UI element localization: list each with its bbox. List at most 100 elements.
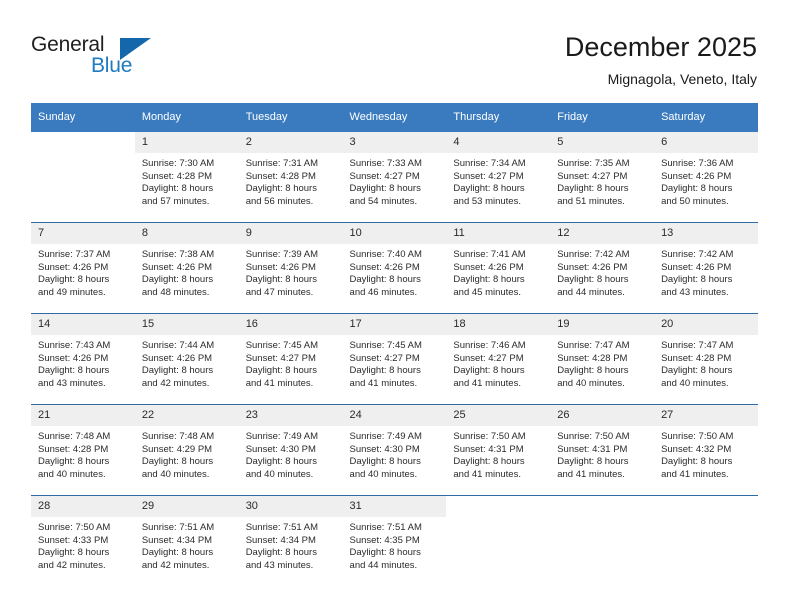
calendar-week-row: 28 Sunrise: 7:50 AM Sunset: 4:33 PM Dayligh… [31,495,758,586]
calendar-day-cell[interactable]: 12 Sunrise: 7:42 AM Sunset: 4:26 PM Dayligh… [550,222,655,314]
daylight-text-line2: and 50 minutes. [661,195,729,207]
day-details: Sunrise: 7:30 AM Sunset: 4:28 PM Daylight:… [135,153,239,208]
calendar-day-cell[interactable]: 7 Sunrise: 7:37 AM Sunset: 4:26 PM Daylight… [31,222,135,314]
day-number: 8 [134,223,239,244]
calendar-day-cell[interactable]: 27 Sunrise: 7:50 AM Sunset: 4:32 PM Dayligh… [654,404,758,496]
day-number: 22 [134,405,239,426]
calendar-day-cell[interactable]: 6 Sunrise: 7:36 AM Sunset: 4:26 PM Daylight… [654,132,758,223]
calendar-day-cell[interactable]: 11 Sunrise: 7:41 AM Sunset: 4:26 PM Dayligh… [446,222,551,314]
calendar-day-cell[interactable]: 20 Sunrise: 7:47 AM Sunset: 4:28 PM Dayligh… [654,313,758,405]
calendar-empty-cell [654,495,758,586]
calendar-day-cell[interactable]: 1 Sunrise: 7:30 AM Sunset: 4:28 PM Daylight… [134,132,239,223]
calendar-day-cell[interactable]: 15 Sunrise: 7:44 AM Sunset: 4:26 PM Dayligh… [134,313,239,405]
sunset-text: Sunset: 4:26 PM [141,352,213,364]
day-number [654,496,758,517]
calendar-day-cell[interactable]: 13 Sunrise: 7:42 AM Sunset: 4:26 PM Dayligh… [654,222,758,314]
calendar-day-cell[interactable]: 23 Sunrise: 7:49 AM Sunset: 4:30 PM Dayligh… [238,404,343,496]
daylight-text-line1: Daylight: 8 hours [245,456,317,468]
daylight-text-line1: Daylight: 8 hours [557,365,629,377]
calendar-body: 1 Sunrise: 7:30 AM Sunset: 4:28 PM Daylight… [31,132,758,586]
calendar-day-cell[interactable]: 31 Sunrise: 7:51 AM Sunset: 4:35 PM Dayligh… [342,495,447,586]
title-block: December 2025 Mignagola, Veneto, Italy [565,30,757,89]
day-number [31,132,135,153]
day-details: Sunrise: 7:48 AM Sunset: 4:28 PM Daylight:… [31,426,135,481]
weekday-header-sunday: Sunday [31,103,135,132]
daylight-text-line1: Daylight: 8 hours [349,274,421,286]
calendar-day-cell[interactable]: 9 Sunrise: 7:39 AM Sunset: 4:26 PM Daylight… [238,222,343,314]
sunrise-text: Sunrise: 7:51 AM [349,522,422,533]
calendar-day-cell[interactable]: 17 Sunrise: 7:45 AM Sunset: 4:27 PM Dayligh… [342,313,447,405]
calendar-day-cell[interactable]: 29 Sunrise: 7:51 AM Sunset: 4:34 PM Dayligh… [134,495,239,586]
sunset-text: Sunset: 4:34 PM [141,534,213,546]
sunset-text: Sunset: 4:26 PM [661,261,732,273]
sunrise-text: Sunrise: 7:41 AM [453,249,526,260]
calendar-day-cell[interactable]: 26 Sunrise: 7:50 AM Sunset: 4:31 PM Dayligh… [550,404,655,496]
daylight-text-line2: and 46 minutes. [349,286,418,298]
calendar-day-cell[interactable]: 4 Sunrise: 7:34 AM Sunset: 4:27 PM Daylight… [446,132,551,223]
sunrise-text: Sunrise: 7:42 AM [557,249,630,260]
sunset-text: Sunset: 4:28 PM [141,170,213,182]
sunrise-text: Sunrise: 7:44 AM [141,340,215,351]
daylight-text-line2: and 51 minutes. [557,195,625,207]
sunset-text: Sunset: 4:28 PM [661,352,732,364]
calendar-day-cell[interactable]: 3 Sunrise: 7:33 AM Sunset: 4:27 PM Daylight… [342,132,447,223]
day-number: 24 [342,405,447,426]
sunrise-text: Sunrise: 7:49 AM [245,431,319,442]
daylight-text-line1: Daylight: 8 hours [453,365,525,377]
calendar-day-cell[interactable]: 16 Sunrise: 7:45 AM Sunset: 4:27 PM Dayligh… [238,313,343,405]
sunrise-text: Sunrise: 7:49 AM [349,431,422,442]
day-number: 30 [238,496,343,517]
day-details: Sunrise: 7:42 AM Sunset: 4:26 PM Daylight:… [550,244,654,299]
daylight-text-line1: Daylight: 8 hours [141,274,214,286]
daylight-text-line1: Daylight: 8 hours [661,456,733,468]
day-number: 1 [134,132,239,153]
day-details: Sunrise: 7:45 AM Sunset: 4:27 PM Daylight:… [343,335,447,390]
calendar-day-cell[interactable]: 30 Sunrise: 7:51 AM Sunset: 4:34 PM Dayligh… [238,495,343,586]
daylight-text-line2: and 53 minutes. [453,195,521,207]
logo-text-blue: Blue [91,54,133,77]
day-number: 27 [654,405,758,426]
general-blue-logo[interactable]: General Blue [31,33,151,83]
daylight-text-line1: Daylight: 8 hours [38,547,110,559]
calendar-day-cell[interactable]: 8 Sunrise: 7:38 AM Sunset: 4:26 PM Daylight… [134,222,239,314]
calendar-page: General Blue December 2025 Mignagola, Ve… [0,0,792,612]
calendar-day-cell[interactable]: 24 Sunrise: 7:49 AM Sunset: 4:30 PM Dayligh… [342,404,447,496]
day-details: Sunrise: 7:48 AM Sunset: 4:29 PM Daylight:… [135,426,239,481]
daylight-text-line1: Daylight: 8 hours [349,365,421,377]
sunset-text: Sunset: 4:27 PM [557,170,628,182]
daylight-text-line1: Daylight: 8 hours [245,183,317,195]
calendar-week-row: 7 Sunrise: 7:37 AM Sunset: 4:26 PM Daylight… [31,222,758,314]
daylight-text-line1: Daylight: 8 hours [453,456,525,468]
sunrise-text: Sunrise: 7:48 AM [38,431,111,442]
day-number: 2 [238,132,343,153]
calendar-empty-cell [31,132,135,223]
calendar-day-cell[interactable]: 2 Sunrise: 7:31 AM Sunset: 4:28 PM Daylight… [238,132,343,223]
daylight-text-line1: Daylight: 8 hours [661,183,733,195]
sunset-text: Sunset: 4:27 PM [349,352,420,364]
sunset-text: Sunset: 4:34 PM [245,534,316,546]
day-number: 21 [31,405,135,426]
daylight-text-line2: and 41 minutes. [661,468,729,480]
day-details: Sunrise: 7:50 AM Sunset: 4:31 PM Daylight:… [446,426,550,481]
calendar-day-cell[interactable]: 25 Sunrise: 7:50 AM Sunset: 4:31 PM Dayligh… [446,404,551,496]
day-number: 15 [134,314,239,335]
calendar-day-cell[interactable]: 28 Sunrise: 7:50 AM Sunset: 4:33 PM Dayligh… [31,495,135,586]
sunrise-text: Sunrise: 7:33 AM [349,158,422,169]
daylight-text-line2: and 44 minutes. [349,559,418,571]
weekday-header-friday: Friday [550,103,655,132]
sunrise-text: Sunrise: 7:48 AM [141,431,215,442]
calendar-day-cell[interactable]: 10 Sunrise: 7:40 AM Sunset: 4:26 PM Dayligh… [342,222,447,314]
sunrise-text: Sunrise: 7:39 AM [245,249,319,260]
day-details: Sunrise: 7:50 AM Sunset: 4:31 PM Daylight:… [550,426,654,481]
calendar-day-cell[interactable]: 21 Sunrise: 7:48 AM Sunset: 4:28 PM Dayligh… [31,404,135,496]
calendar-day-cell[interactable]: 5 Sunrise: 7:35 AM Sunset: 4:27 PM Daylight… [550,132,655,223]
daylight-text-line1: Daylight: 8 hours [38,456,110,468]
calendar-day-cell[interactable]: 18 Sunrise: 7:46 AM Sunset: 4:27 PM Dayligh… [446,313,551,405]
calendar-day-cell[interactable]: 19 Sunrise: 7:47 AM Sunset: 4:28 PM Dayligh… [550,313,655,405]
daylight-text-line1: Daylight: 8 hours [661,365,733,377]
day-details: Sunrise: 7:51 AM Sunset: 4:35 PM Daylight:… [343,517,447,572]
daylight-text-line1: Daylight: 8 hours [453,274,525,286]
calendar-day-cell[interactable]: 22 Sunrise: 7:48 AM Sunset: 4:29 PM Dayligh… [134,404,239,496]
daylight-text-line1: Daylight: 8 hours [557,183,629,195]
calendar-day-cell[interactable]: 14 Sunrise: 7:43 AM Sunset: 4:26 PM Dayligh… [31,313,135,405]
